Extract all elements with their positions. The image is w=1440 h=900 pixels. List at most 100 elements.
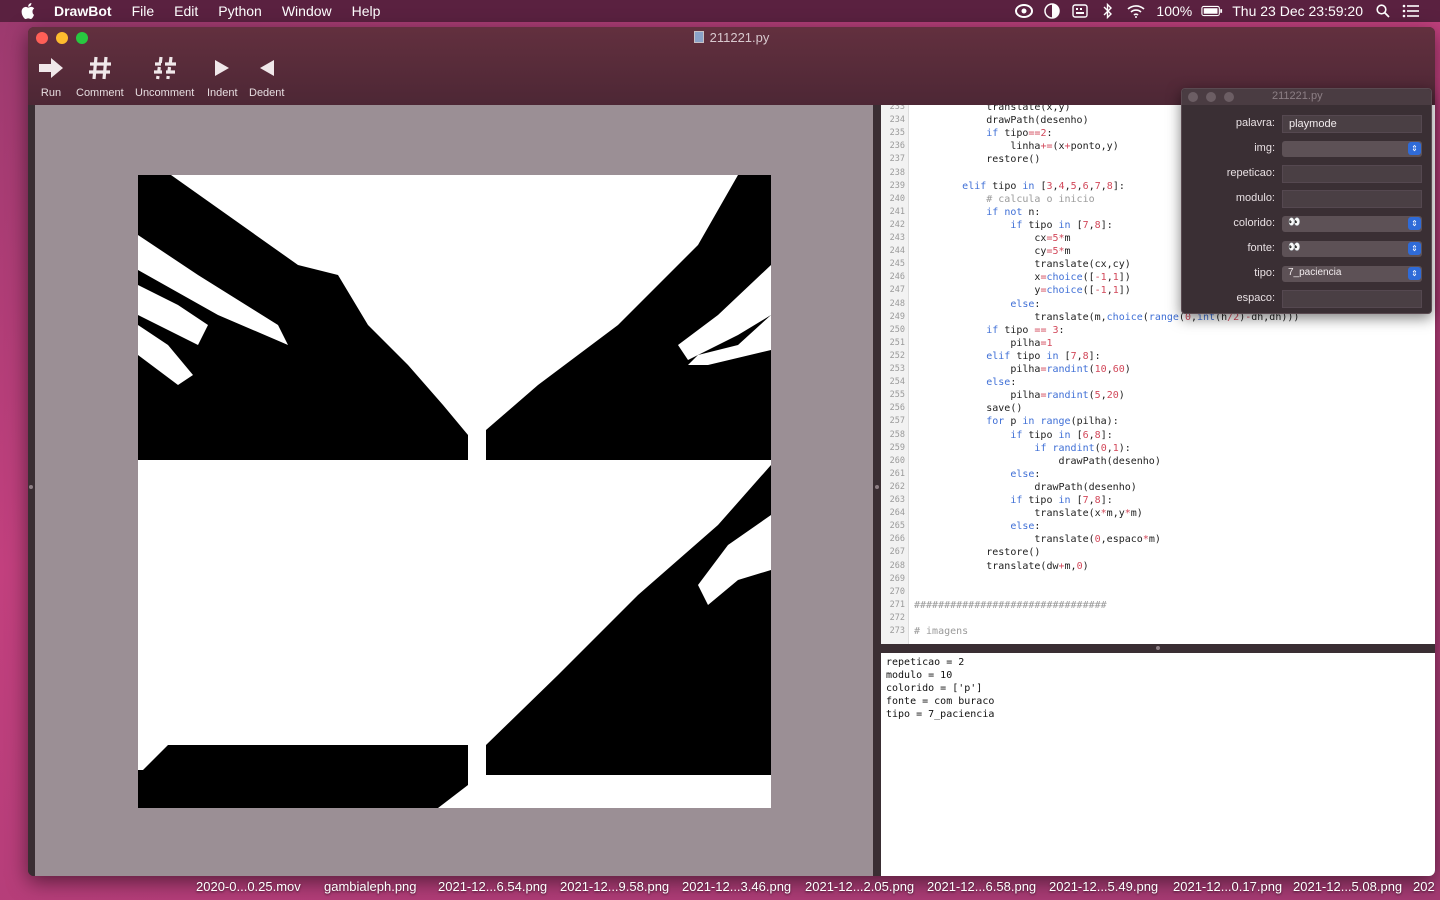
canvas-editor-splitter[interactable] [873,105,881,876]
var-label-fonte: fonte: [1247,242,1275,254]
code-line[interactable]: 260 drawPath(desenho) [881,455,1435,468]
code-line[interactable]: 268 translate(dw+m,0) [881,560,1435,573]
uncomment-button[interactable]: Uncomment [135,53,194,99]
palavra-input[interactable]: playmode [1282,115,1422,133]
run-button[interactable]: Run [38,53,64,99]
variables-panel: 211221.py palavra: playmode img: ⇕ repet… [1181,88,1432,314]
desktop-file[interactable]: 202 [1413,879,1435,894]
code-line[interactable]: 270 [881,586,1435,599]
tipo-select[interactable]: 7_paciencia ⇕ [1282,266,1422,282]
line-number: 233 [889,105,905,112]
code-text: ################################ [914,599,1107,611]
line-number: 245 [889,259,905,270]
panel-minimize-button[interactable] [1206,92,1216,102]
wifi-icon[interactable] [1125,0,1147,22]
line-number: 238 [889,167,905,178]
desktop-file[interactable]: 2021-12...0.17.png [1173,879,1282,894]
code-line[interactable]: 271 ################################ [881,599,1435,612]
code-line[interactable]: 256 save() [881,402,1435,415]
desktop-file[interactable]: 2021-12...5.49.png [1049,879,1158,894]
comment-button[interactable]: Comment [76,53,124,99]
code-line[interactable]: 257 for p in range(pilha): [881,415,1435,428]
desktop-file[interactable]: 2021-12...9.58.png [560,879,669,894]
code-line[interactable]: 261 else: [881,468,1435,481]
code-text: pilha=randint(5,20) [914,390,1125,402]
line-number: 246 [889,272,905,283]
menu-edit[interactable]: Edit [164,0,208,22]
code-line[interactable]: 253 pilha=randint(10,60) [881,363,1435,376]
run-label: Run [40,87,62,99]
line-number: 255 [889,390,905,401]
var-label-img: img: [1254,142,1275,154]
desktop-file[interactable]: gambialeph.png [324,879,417,894]
modulo-slider[interactable] [1282,190,1422,208]
bluetooth-icon[interactable] [1097,0,1119,22]
code-line[interactable]: 255 pilha=randint(5,20) [881,389,1435,402]
desktop-file[interactable]: 2021-12...6.54.png [438,879,547,894]
repeticao-slider[interactable] [1282,165,1422,183]
code-text: translate(cx,cy) [914,259,1131,271]
code-text: if not n: [986,206,1041,218]
espaco-slider[interactable] [1282,290,1422,308]
desktop-file[interactable]: 2021-12...3.46.png [682,879,791,894]
dedent-button[interactable]: Dedent [249,53,284,99]
fonte-select[interactable]: 👀 ⇕ [1282,241,1422,257]
indent-button[interactable]: Indent [207,53,238,99]
keyboard-icon[interactable] [1069,0,1091,22]
left-split-edge[interactable] [28,105,35,876]
split-knob [875,485,879,489]
code-line[interactable]: 250 if tipo == 3: [881,324,1435,337]
rendered-artboard [138,175,771,808]
battery-icon[interactable] [1201,0,1223,22]
code-text: translate(0,espaco*m) [914,534,1161,546]
menu-file[interactable]: File [122,0,165,22]
code-line[interactable]: 273 # imagens [881,625,1435,638]
line-number: 270 [889,586,905,597]
code-line[interactable]: 263 if tipo in [7,8]: [881,494,1435,507]
desktop-file[interactable]: 2021-12...6.58.png [927,879,1036,894]
uncomment-label: Uncomment [135,87,195,99]
menu-help[interactable]: Help [342,0,391,22]
desktop-file[interactable]: 2021-12...2.05.png [805,879,914,894]
desktop-file[interactable]: 2021-12...5.08.png [1293,879,1402,894]
code-line[interactable]: 259 if randint(0,1): [881,442,1435,455]
spotlight-search-icon[interactable] [1372,0,1394,22]
code-line[interactable]: 251 pilha=1 [881,337,1435,350]
img-select[interactable]: ⇕ [1282,141,1422,157]
line-number: 265 [889,521,905,532]
panel-zoom-button[interactable] [1224,92,1234,102]
menu-window[interactable]: Window [272,0,342,22]
code-line[interactable]: 262 drawPath(desenho) [881,481,1435,494]
editor-output-splitter[interactable] [881,644,1435,653]
code-line[interactable]: 252 elif tipo in [7,8]: [881,350,1435,363]
hash-broken-icon [153,53,177,83]
notification-center-icon[interactable] [1400,0,1422,22]
menu-python[interactable]: Python [208,0,272,22]
code-line[interactable]: 264 translate(x*m,y*m) [881,507,1435,520]
output-console[interactable]: repeticao = 2 modulo = 10 colorido = ['p… [881,653,1435,876]
canvas-preview-pane[interactable] [35,105,873,876]
var-label-modulo: modulo: [1235,192,1275,204]
code-text: if tipo in [6,8]: [1010,429,1113,441]
appearance-icon[interactable] [1041,0,1063,22]
line-number: 268 [889,560,905,571]
code-line[interactable]: 265 else: [881,520,1435,533]
variables-panel-titlebar[interactable]: 211221.py [1182,89,1431,105]
menu-bar: DrawBot File Edit Python Window Help 100… [0,0,1440,22]
code-line[interactable]: 258 if tipo in [6,8]: [881,429,1435,442]
panel-close-button[interactable] [1188,92,1198,102]
menu-clock[interactable]: Thu 23 Dec 23:59:20 [1232,3,1363,19]
code-text: elif tipo in [7,8]: [986,350,1101,362]
menu-app-name[interactable]: DrawBot [44,0,122,22]
line-number: 253 [889,364,905,374]
code-line[interactable]: 269 [881,573,1435,586]
desktop-file[interactable]: 2020-0...0.25.mov [196,879,301,894]
code-line[interactable]: 272 [881,612,1435,625]
code-line[interactable]: 254 else: [881,376,1435,389]
apple-menu-icon[interactable] [18,0,38,22]
creative-cloud-icon[interactable] [1013,0,1035,22]
code-line[interactable]: 266 translate(0,espaco*m) [881,533,1435,546]
colorido-select[interactable]: 👀 ⇕ [1282,216,1422,232]
output-line: fonte = com buraco [886,696,995,707]
code-line[interactable]: 267 restore() [881,546,1435,559]
